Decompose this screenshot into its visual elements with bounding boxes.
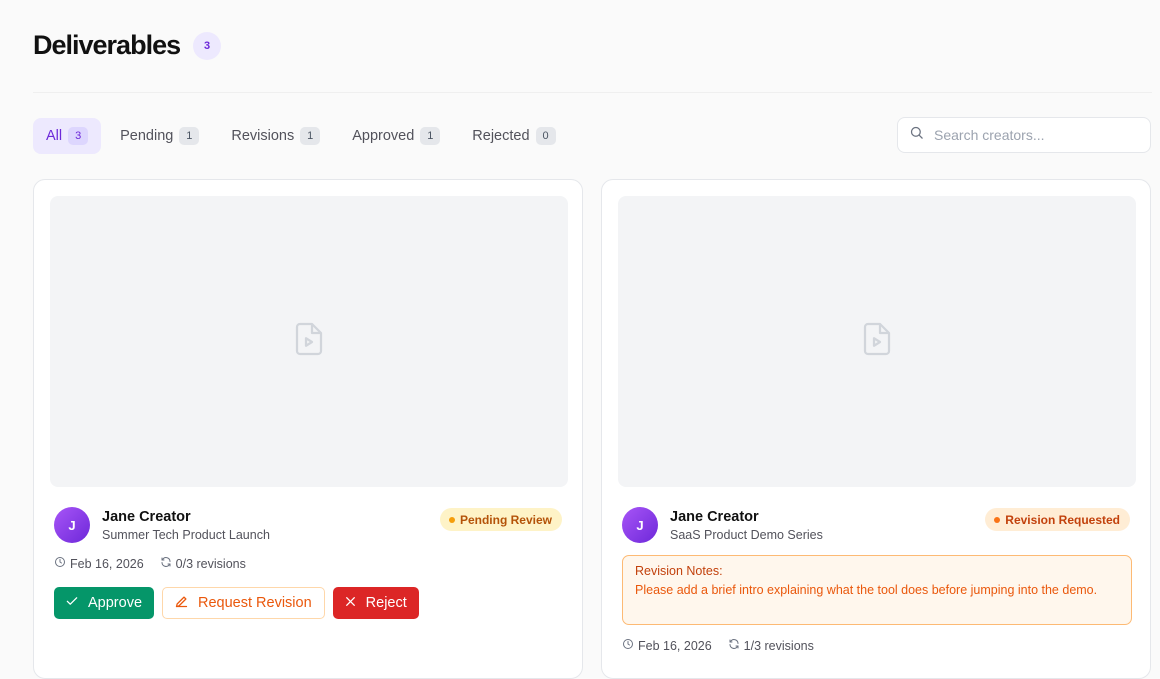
- date-text: Feb 16, 2026: [638, 638, 712, 653]
- clock-icon: [622, 638, 638, 653]
- status-badge: Revision Requested: [985, 508, 1130, 531]
- campaign-name: SaaS Product Demo Series: [670, 528, 823, 542]
- revisions-text: 1/3 revisions: [743, 638, 814, 653]
- page-header: Deliverables 3: [33, 30, 222, 61]
- tab-count: 3: [68, 127, 89, 145]
- tab-count: 1: [420, 127, 441, 145]
- tab-label: All: [46, 128, 63, 144]
- check-icon: [65, 594, 88, 612]
- request-revision-label: Request Revision: [198, 595, 312, 611]
- close-icon: [344, 595, 366, 612]
- tab-label: Pending: [120, 128, 174, 144]
- deliverable-card: J Jane Creator SaaS Product Demo Series …: [601, 179, 1151, 679]
- refresh-icon: [728, 638, 744, 653]
- tab-all[interactable]: All 3: [33, 118, 102, 154]
- tab-pending[interactable]: Pending 1: [107, 118, 212, 154]
- status-badge: Pending Review: [439, 508, 562, 531]
- reject-label: Reject: [365, 595, 407, 611]
- tab-count: 1: [179, 127, 200, 145]
- card-actions: Approve Request Revision Reject: [54, 587, 427, 619]
- clock-icon: [54, 556, 70, 571]
- search-box: [897, 117, 1151, 153]
- deliverable-card: J Jane Creator Summer Tech Product Launc…: [33, 179, 583, 679]
- avatar: J: [622, 507, 658, 543]
- video-thumbnail[interactable]: [50, 196, 568, 487]
- date-text: Feb 16, 2026: [70, 556, 144, 571]
- tab-label: Rejected: [472, 128, 530, 144]
- file-video-icon: [291, 319, 327, 364]
- revisions-item: 1/3 revisions: [728, 638, 814, 653]
- card-meta: Feb 16, 2026 1/3 revisions: [622, 638, 830, 653]
- creator-name: Jane Creator: [102, 509, 191, 525]
- approve-button[interactable]: Approve: [54, 587, 155, 619]
- video-thumbnail[interactable]: [618, 196, 1136, 487]
- revision-notes-text: Please add a brief intro explaining what…: [635, 583, 1098, 597]
- creator-name: Jane Creator: [670, 509, 759, 525]
- tab-count: 1: [300, 127, 321, 145]
- tab-label: Approved: [352, 128, 415, 144]
- pencil-icon: [174, 594, 198, 613]
- revisions-item: 0/3 revisions: [160, 556, 246, 571]
- file-video-icon: [859, 319, 895, 364]
- deliverables-count-badge: 3: [193, 31, 222, 60]
- avatar: J: [54, 507, 90, 543]
- date-item: Feb 16, 2026: [54, 556, 144, 571]
- filter-tabs: All 3 Pending 1 Revisions 1 Approved 1 R…: [33, 118, 575, 154]
- header-divider: [33, 92, 1152, 93]
- revision-notes: Revision Notes: Please add a brief intro…: [622, 555, 1132, 625]
- tab-label: Revisions: [231, 128, 295, 144]
- date-item: Feb 16, 2026: [622, 638, 712, 653]
- status-dot: [994, 516, 1001, 523]
- tab-rejected[interactable]: Rejected 0: [459, 118, 568, 154]
- request-revision-button[interactable]: Request Revision: [162, 587, 325, 619]
- campaign-name: Summer Tech Product Launch: [102, 528, 270, 542]
- tab-approved[interactable]: Approved 1: [339, 118, 453, 154]
- status-label: Revision Requested: [1005, 512, 1120, 527]
- refresh-icon: [160, 556, 176, 571]
- search-icon: [909, 125, 924, 145]
- approve-label: Approve: [88, 595, 143, 611]
- revisions-text: 0/3 revisions: [175, 556, 246, 571]
- reject-button[interactable]: Reject: [332, 587, 419, 619]
- status-label: Pending Review: [459, 512, 552, 527]
- search-input[interactable]: [932, 126, 1136, 144]
- page-title: Deliverables: [33, 30, 181, 60]
- tab-count: 0: [535, 127, 556, 145]
- revision-notes-label: Revision Notes:: [635, 564, 723, 578]
- tab-revisions[interactable]: Revisions 1: [218, 118, 333, 154]
- status-dot: [448, 516, 455, 523]
- card-meta: Feb 16, 2026 0/3 revisions: [54, 556, 262, 571]
